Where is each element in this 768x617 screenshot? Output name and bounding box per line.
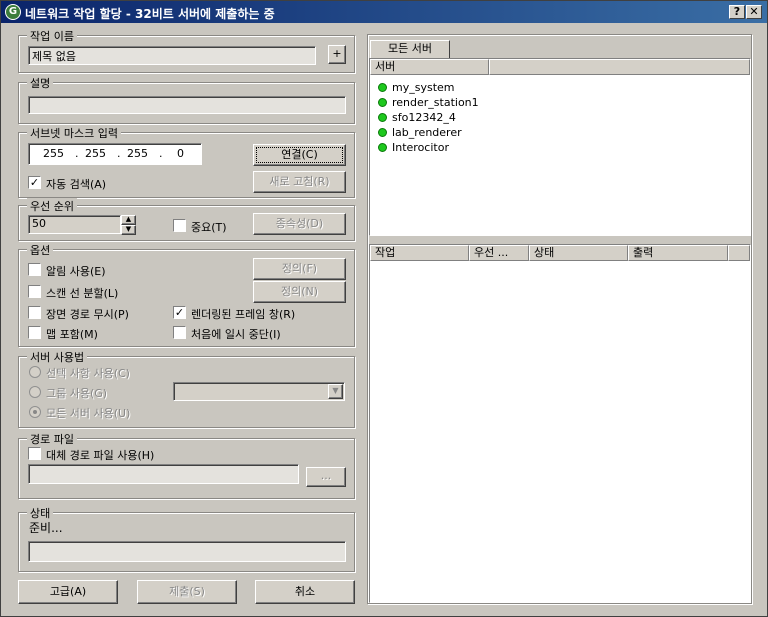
browse-button[interactable]: ... bbox=[306, 467, 346, 487]
description-label: 설명 bbox=[27, 75, 54, 91]
output-column-header[interactable]: 출력 bbox=[628, 245, 728, 261]
app-icon: G bbox=[5, 4, 21, 20]
server-list-item[interactable]: lab_renderer bbox=[392, 126, 462, 139]
notify-label: 알림 사용(E) bbox=[46, 265, 106, 278]
job-column-header[interactable]: 작업 bbox=[370, 245, 469, 261]
server-list-item[interactable]: sfo12342_4 bbox=[392, 111, 456, 124]
subnet-dot-3: . bbox=[159, 147, 163, 160]
description-field[interactable] bbox=[28, 96, 346, 114]
subnet-octet-2: 255 bbox=[85, 147, 106, 160]
use-selected-label: 선택 사항 사용(C) bbox=[46, 367, 130, 380]
server-column-header-blank bbox=[489, 59, 750, 75]
split-scan-label: 스캔 선 분할(L) bbox=[46, 287, 119, 300]
chevron-down-icon[interactable]: ▼ bbox=[328, 384, 343, 399]
ignore-scene-path-label: 장면 경로 무시(P) bbox=[46, 308, 129, 321]
server-list-item[interactable]: Interocitor bbox=[392, 141, 449, 154]
status-text: 준비... bbox=[29, 521, 63, 535]
ignore-scene-path-checkbox[interactable] bbox=[28, 306, 41, 319]
refresh-button[interactable]: 새로 고침(R) bbox=[253, 171, 346, 193]
rendered-frame-label: 렌더링된 프레임 창(R) bbox=[191, 308, 296, 321]
cancel-button[interactable]: 취소 bbox=[255, 580, 355, 604]
priority-column-header[interactable]: 우선 ... bbox=[469, 245, 529, 261]
rendered-frame-checkbox[interactable]: ✓ bbox=[173, 306, 186, 319]
tab-all-servers[interactable]: 모든 서버 bbox=[370, 40, 450, 58]
help-button[interactable]: ? bbox=[729, 5, 745, 19]
server-usage-label: 서버 사용법 bbox=[27, 349, 88, 365]
path-file-label: 경로 파일 bbox=[27, 431, 77, 447]
dependencies-button[interactable]: 종속성(D) bbox=[253, 213, 346, 235]
priority-down-arrow[interactable]: ▼ bbox=[121, 225, 136, 235]
critical-label: 중요(T) bbox=[191, 221, 227, 234]
subnet-octet-4: 0 bbox=[177, 147, 184, 160]
split-scan-checkbox[interactable] bbox=[28, 285, 41, 298]
job-list[interactable]: 작업 우선 ... 상태 출력 bbox=[369, 244, 751, 603]
critical-checkbox[interactable] bbox=[173, 219, 186, 232]
alt-path-checkbox[interactable] bbox=[28, 447, 41, 460]
initially-suspend-label: 처음에 일시 중단(I) bbox=[191, 328, 281, 341]
server-column-header[interactable]: 서버 bbox=[370, 59, 489, 75]
job-name-label: 작업 이름 bbox=[27, 28, 77, 44]
server-status-icon bbox=[378, 83, 387, 92]
check-icon: ✓ bbox=[29, 176, 40, 189]
options-label: 옵션 bbox=[27, 242, 54, 258]
subnet-octet-3: 255 bbox=[127, 147, 148, 160]
use-all-label: 모든 서버 사용(U) bbox=[46, 407, 131, 420]
window-title: 네트워크 작업 할당 - 32비트 서버에 제출하는 중 bbox=[25, 7, 275, 21]
server-status-icon bbox=[378, 113, 387, 122]
close-button[interactable]: ✕ bbox=[746, 5, 762, 19]
use-group-label: 그룹 사용(G) bbox=[46, 387, 108, 400]
notify-checkbox[interactable] bbox=[28, 263, 41, 276]
server-list-item[interactable]: my_system bbox=[392, 81, 455, 94]
status-progress-bar bbox=[28, 541, 346, 562]
path-file-field[interactable] bbox=[28, 464, 299, 484]
subnet-mask-input[interactable]: 255 . 255 . 255 . 0 bbox=[28, 143, 202, 165]
server-status-icon bbox=[378, 128, 387, 137]
server-status-icon bbox=[378, 143, 387, 152]
subnet-dot-2: . bbox=[117, 147, 121, 160]
server-list[interactable]: 서버 my_system render_station1 sfo12342_4lab… bbox=[369, 58, 751, 236]
subnet-dot-1: . bbox=[75, 147, 79, 160]
server-status-icon bbox=[378, 98, 387, 107]
priority-field[interactable]: 50 bbox=[28, 215, 121, 234]
use-group-radio[interactable] bbox=[29, 386, 41, 398]
include-maps-label: 맵 포함(M) bbox=[46, 328, 98, 341]
submit-button[interactable]: 제출(S) bbox=[137, 580, 237, 604]
blank-column-header bbox=[728, 245, 750, 261]
subnet-mask-label: 서브넷 마스크 입력 bbox=[27, 125, 121, 141]
auto-search-checkbox[interactable]: ✓ bbox=[28, 176, 41, 189]
connect-button[interactable]: 연결(C) bbox=[253, 144, 346, 166]
auto-search-label: 자동 검색(A) bbox=[46, 178, 107, 191]
priority-label: 우선 순위 bbox=[27, 198, 77, 214]
title-bar: G 네트워크 작업 할당 - 32비트 서버에 제출하는 중 ? ✕ bbox=[1, 1, 767, 23]
include-maps-checkbox[interactable] bbox=[28, 326, 41, 339]
group-dropdown[interactable] bbox=[173, 382, 345, 401]
job-name-plus-button[interactable]: + bbox=[328, 45, 346, 64]
define-split-button[interactable]: 정의(N) bbox=[253, 281, 346, 303]
define-notify-button[interactable]: 정의(F) bbox=[253, 258, 346, 280]
alt-path-label: 대체 경로 파일 사용(H) bbox=[46, 449, 155, 462]
server-list-item[interactable]: render_station1 bbox=[392, 96, 479, 109]
initially-suspend-checkbox[interactable] bbox=[173, 326, 186, 339]
advanced-button[interactable]: 고급(A) bbox=[18, 580, 118, 604]
network-job-assignment-window: G 네트워크 작업 할당 - 32비트 서버에 제출하는 중 ? ✕ 작업 이름… bbox=[0, 0, 768, 617]
priority-up-arrow[interactable]: ▲ bbox=[121, 215, 136, 225]
subnet-octet-1: 255 bbox=[43, 147, 64, 160]
check-icon: ✓ bbox=[174, 306, 185, 319]
use-selected-radio[interactable] bbox=[29, 366, 41, 378]
status-column-header[interactable]: 상태 bbox=[529, 245, 628, 261]
use-all-radio[interactable] bbox=[29, 406, 41, 418]
job-name-field[interactable]: 제목 없음 bbox=[28, 46, 316, 65]
